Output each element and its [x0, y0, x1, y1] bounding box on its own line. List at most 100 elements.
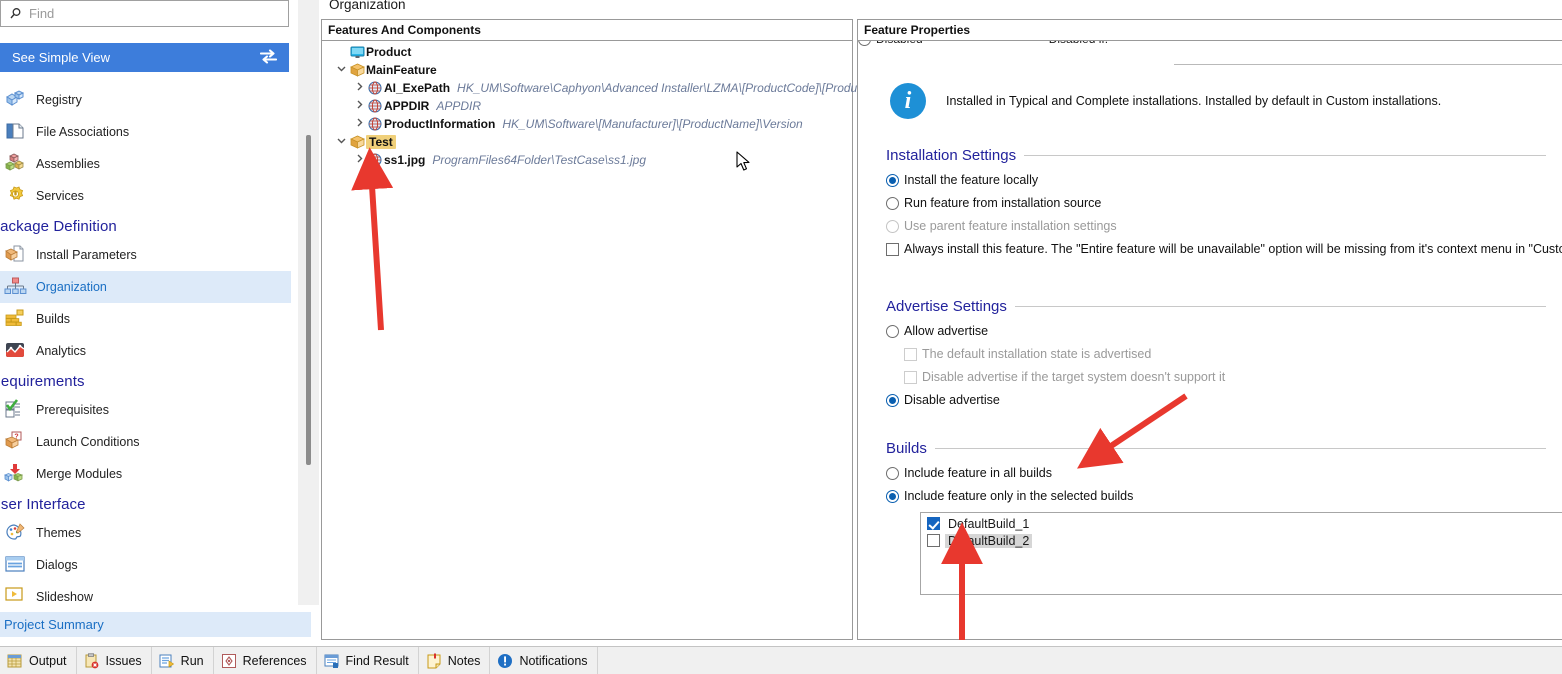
sidebar-item-install-parameters[interactable]: Install Parameters	[0, 239, 291, 271]
tree-header: Features And Components	[322, 20, 852, 41]
merge-modules-icon	[4, 463, 30, 485]
sidebar-item-organization[interactable]: Organization	[0, 271, 291, 303]
section-divider	[1024, 155, 1546, 156]
sidebar-item-builds[interactable]: Builds	[0, 303, 291, 335]
install-parameters-box-icon	[4, 244, 30, 266]
bottom-tab-issues[interactable]: Issues	[77, 646, 152, 674]
tree-node-name-selected: Test	[366, 135, 396, 149]
disabled-radio-label: Disabled	[876, 41, 923, 46]
sidebar-item-services[interactable]: Services	[0, 180, 291, 212]
bottom-tab-notifications[interactable]: Notifications	[490, 646, 598, 674]
bottom-tab-label: Find Result	[345, 653, 409, 668]
option-label: Allow advertise	[904, 324, 989, 338]
radio-include-selected-builds[interactable]	[886, 489, 899, 503]
sidebar-item-file-associations[interactable]: File Associations	[0, 116, 291, 148]
tree-expander-expand-icon[interactable]	[352, 100, 366, 112]
info-bar: i Installed in Typical and Complete inst…	[858, 83, 1441, 119]
build-list-item[interactable]: DefaultBuild_2	[927, 532, 1562, 549]
component-globe-icon	[366, 81, 384, 95]
checkbox-always-install[interactable]	[886, 242, 899, 256]
sidebar-item-analytics[interactable]: Analytics	[0, 335, 291, 367]
option-use-parent-settings: Use parent feature installation settings	[886, 219, 1546, 233]
option-label: Disable advertise	[904, 393, 1000, 407]
builds-list[interactable]: DefaultBuild_1 DefaultBuild_2	[920, 512, 1562, 595]
radio-disable-advertise[interactable]	[886, 393, 899, 407]
tree-expander-collapse-icon[interactable]	[334, 136, 348, 148]
option-install-locally[interactable]: Install the feature locally	[886, 173, 1546, 187]
sidebar-item-themes[interactable]: Themes	[0, 517, 291, 549]
sidebar-item-prerequisites[interactable]: Prerequisites	[0, 394, 291, 426]
component-globe-icon	[366, 117, 384, 131]
section-title: Advertise Settings	[886, 298, 1007, 315]
option-always-install[interactable]: Always install this feature. The "Entire…	[886, 242, 1562, 256]
option-run-from-source[interactable]: Run feature from installation source	[886, 196, 1546, 210]
search-icon	[9, 7, 23, 21]
tree-row[interactable]: APPDIR APPDIR	[322, 97, 852, 115]
option-allow-advertise[interactable]: Allow advertise	[886, 324, 1546, 338]
tree-node-value: ProgramFiles64Folder\TestCase\ss1.jpg	[432, 153, 647, 167]
sidebar-item-dialogs[interactable]: Dialogs	[0, 549, 291, 581]
option-include-selected-builds[interactable]: Include feature only in the selected bui…	[886, 489, 1546, 503]
feature-properties-body: Disabled Disabled if: i Installed in Typ…	[858, 41, 1562, 639]
disabled-if-label: Disabled if:	[1049, 41, 1108, 46]
bottom-tab-label: Notes	[447, 653, 481, 668]
tree-node-name: ss1.jpg	[384, 153, 426, 167]
tree-expander-expand-icon[interactable]	[352, 118, 366, 130]
product-monitor-icon	[348, 46, 366, 59]
tree-node-name: APPDIR	[384, 99, 430, 113]
tree-node-value: HK_UM\Software\Caphyon\Advanced Installe…	[457, 81, 858, 95]
tree-row[interactable]: AI_ExePath HK_UM\Software\Caphyon\Advanc…	[322, 79, 857, 97]
radio-install-locally[interactable]	[886, 173, 899, 187]
tree-expander-expand-icon[interactable]	[352, 82, 366, 94]
option-disable-advertise[interactable]: Disable advertise	[886, 393, 1546, 407]
radio-include-all-builds[interactable]	[886, 466, 899, 480]
bottom-tab-label: Output	[29, 653, 67, 668]
radio-allow-advertise[interactable]	[886, 324, 899, 338]
option-include-all-builds[interactable]: Include feature in all builds	[886, 466, 1546, 480]
radio-run-from-source[interactable]	[886, 196, 899, 210]
sidebar-item-assemblies[interactable]: Assemblies	[0, 148, 291, 180]
build-label: DefaultBuild_2	[945, 533, 1033, 548]
sidebar-scrollbar-thumb[interactable]	[306, 135, 311, 465]
tree-row[interactable]: ss1.jpg ProgramFiles64Folder\TestCase\ss…	[322, 151, 852, 169]
disabled-radio[interactable]	[858, 41, 871, 46]
bottom-tab-label: Issues	[105, 653, 142, 668]
references-icon	[220, 653, 238, 669]
tree-row[interactable]: Product	[322, 43, 852, 61]
tree-expander-collapse-icon[interactable]	[334, 64, 348, 76]
output-icon	[6, 653, 24, 669]
option-label: Run feature from installation source	[904, 196, 1102, 210]
bottom-tab-output[interactable]: Output	[0, 646, 77, 674]
checkbox-defaultbuild-1[interactable]	[927, 517, 940, 530]
bottom-tab-label: Notifications	[519, 653, 588, 668]
section-header: Advertise Settings	[886, 298, 1546, 315]
build-list-item[interactable]: DefaultBuild_1	[927, 515, 1562, 532]
tree-row[interactable]: ProductInformation HK_UM\Software\[Manuf…	[322, 115, 852, 133]
sidebar-item-project-summary[interactable]: Project Summary	[0, 612, 311, 637]
checkbox-defaultbuild-2[interactable]	[927, 534, 940, 547]
tree-expander-expand-icon[interactable]	[352, 154, 366, 166]
option-disable-advertise-unsupported: Disable advertise if the target system d…	[904, 370, 1546, 384]
see-simple-view-button[interactable]: See Simple View	[0, 43, 289, 72]
bottom-tab-label: References	[242, 653, 307, 668]
sidebar-item-label: Services	[36, 189, 84, 203]
tree-row[interactable]: Test	[322, 133, 852, 151]
run-icon	[158, 653, 176, 669]
checkbox-disable-advertise-unsupported	[904, 370, 917, 384]
option-label: Always install this feature. The "Entire…	[904, 242, 1562, 256]
sidebar-item-merge-modules[interactable]: Merge Modules	[0, 458, 291, 490]
bottom-tab-find-result[interactable]: Find Result	[317, 646, 419, 674]
search-input[interactable]: Find	[0, 0, 289, 27]
section-divider	[1014, 306, 1546, 307]
info-message: Installed in Typical and Complete instal…	[946, 94, 1442, 108]
bottom-tab-notes[interactable]: Notes	[419, 646, 491, 674]
sidebar-item-launch-conditions[interactable]: ? Launch Conditions	[0, 426, 291, 458]
option-label: Use parent feature installation settings	[904, 219, 1117, 233]
option-label: Include feature only in the selected bui…	[904, 489, 1134, 503]
disabled-if-input[interactable]	[1174, 45, 1562, 65]
bottom-tab-references[interactable]: References	[214, 646, 317, 674]
sidebar-item-registry[interactable]: Registry	[0, 84, 291, 116]
tree-row[interactable]: MainFeature	[322, 61, 852, 79]
see-simple-view-label: See Simple View	[12, 50, 111, 65]
bottom-tab-run[interactable]: Run	[152, 646, 214, 674]
